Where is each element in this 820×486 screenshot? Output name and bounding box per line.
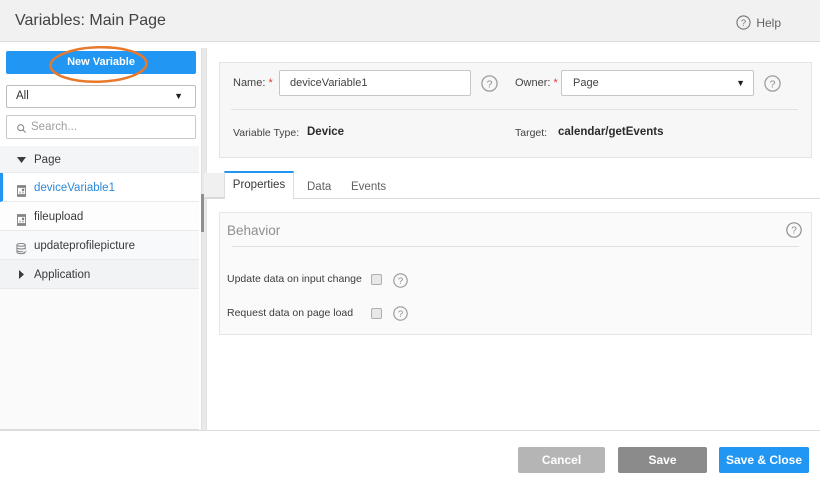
svg-text:?: ? (398, 309, 403, 320)
svg-text:?: ? (741, 18, 746, 28)
svg-text:?: ? (487, 78, 493, 90)
svg-text:?: ? (398, 276, 403, 287)
svg-text:?: ? (770, 78, 776, 90)
svg-text:?: ? (791, 226, 797, 237)
